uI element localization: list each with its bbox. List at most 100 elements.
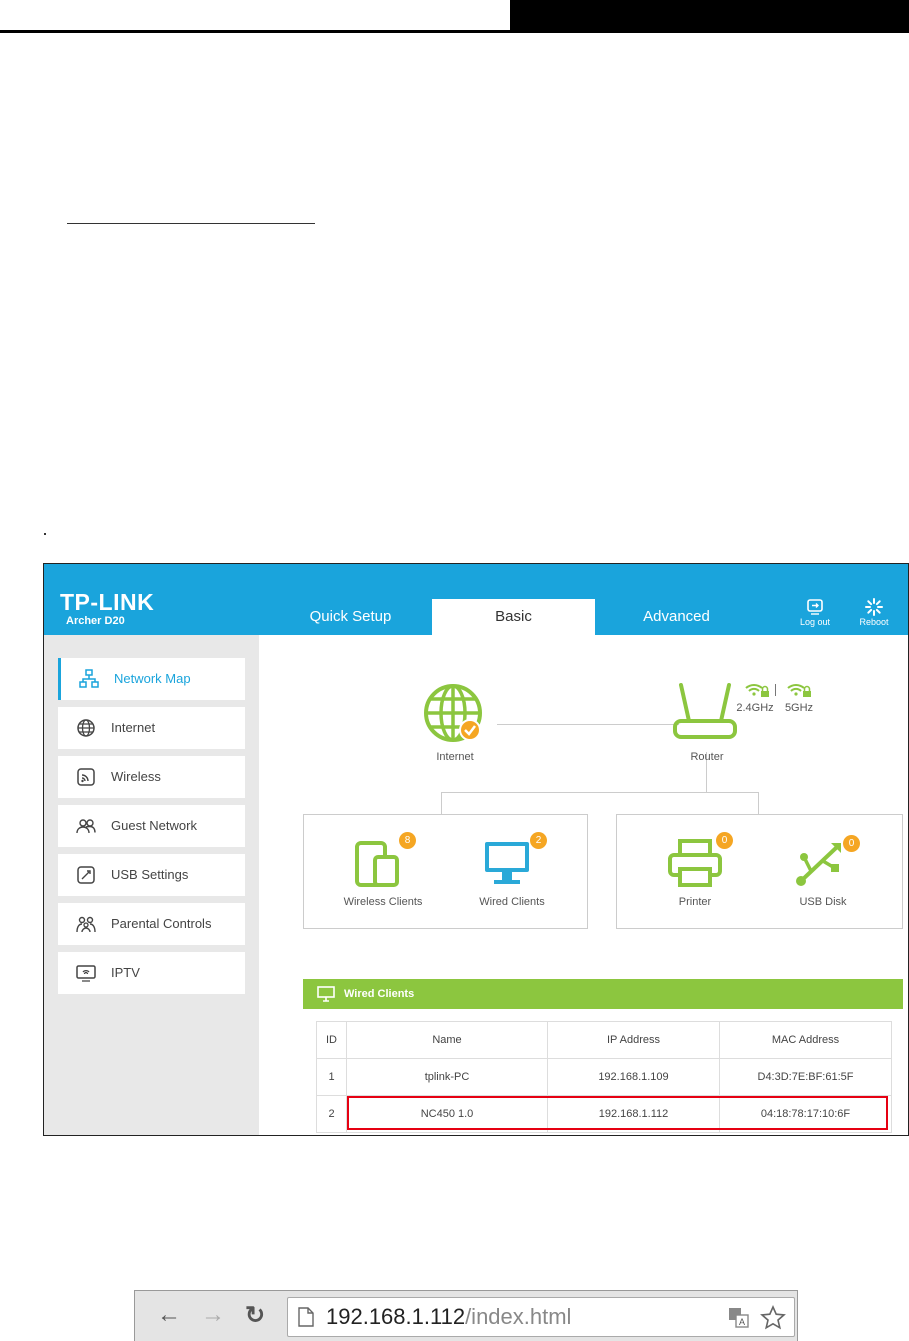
wifi-5ghz-lock-icon <box>787 684 811 697</box>
sidebar-item-label: Network Map <box>114 671 191 686</box>
band-24ghz-label: 2.4GHz <box>736 702 774 714</box>
text-dot <box>44 533 46 535</box>
cell-name: tplink-PC <box>346 1058 548 1096</box>
connector-line <box>758 792 759 814</box>
brand-logo: TP-LINK <box>60 589 155 615</box>
usb-disk-node[interactable] <box>795 839 845 887</box>
printer-count-badge: 0 <box>716 832 733 849</box>
wired-clients-panel-title: Wired Clients <box>344 988 415 1000</box>
band-divider <box>775 684 776 696</box>
browser-toolbar: ← → ↻ 192.168.1.112/index.html A <box>134 1290 798 1341</box>
svg-text:A: A <box>739 1317 745 1327</box>
highlight-box <box>347 1096 888 1130</box>
column-header-ip: IP Address <box>547 1021 720 1059</box>
wired-clients-label: Wired Clients <box>479 896 545 908</box>
sidebar-item-wireless[interactable]: Wireless <box>58 756 245 798</box>
wired-clients-node[interactable] <box>484 841 530 887</box>
sidebar-item-internet[interactable]: Internet <box>58 707 245 749</box>
sidebar: Network Map Internet Wireless Guest Netw… <box>44 635 259 1135</box>
usb-devices-box <box>616 814 903 929</box>
internet-globe-icon <box>424 684 482 742</box>
sidebar-item-network-map[interactable]: Network Map <box>58 658 245 700</box>
wired-clients-panel-header: Wired Clients <box>303 979 903 1009</box>
logout-button[interactable]: Log out <box>793 597 837 627</box>
underline-link <box>67 223 315 224</box>
sidebar-item-label: IPTV <box>111 965 140 980</box>
router-node[interactable] <box>669 683 741 743</box>
router-label: Router <box>690 751 724 763</box>
usb-disk-label: USB Disk <box>799 896 847 908</box>
network-map-panel: Internet Router 2.4GHz 5GHz 8 Wireless C… <box>259 635 908 1135</box>
url-text: 192.168.1.112/index.html <box>326 1304 571 1330</box>
logout-label: Log out <box>799 617 831 627</box>
connector-line <box>497 724 679 725</box>
globe-icon <box>76 718 96 738</box>
url-path: /index.html <box>465 1304 572 1329</box>
internet-label: Internet <box>436 751 474 763</box>
sidebar-item-label: Wireless <box>111 769 161 784</box>
printer-node[interactable] <box>668 839 722 887</box>
url-host: 192.168.1.112 <box>326 1304 466 1329</box>
logout-icon <box>793 597 837 617</box>
page-header-rule <box>0 30 909 33</box>
wireless-clients-label: Wireless Clients <box>343 896 423 908</box>
cell-mac: D4:3D:7E:BF:61:5F <box>719 1058 892 1096</box>
page-header-black-bar <box>510 0 909 33</box>
router-header: TP-LINK Archer D20 Quick Setup Basic Adv… <box>44 564 908 635</box>
wireless-clients-count-badge: 8 <box>399 832 416 849</box>
reboot-label: Reboot <box>859 617 889 627</box>
tab-advanced[interactable]: Advanced <box>595 599 758 635</box>
address-bar[interactable]: 192.168.1.112/index.html A <box>287 1297 795 1337</box>
sidebar-item-parental-controls[interactable]: Parental Controls <box>58 903 245 945</box>
router-web-ui-screenshot: TP-LINK Archer D20 Quick Setup Basic Adv… <box>43 563 909 1136</box>
guest-network-icon <box>76 816 96 836</box>
wireless-icon <box>76 767 96 787</box>
connector-line <box>441 792 758 793</box>
tab-basic[interactable]: Basic <box>432 599 595 635</box>
wireless-clients-icon <box>355 841 399 887</box>
reboot-button[interactable]: Reboot <box>852 597 896 627</box>
sidebar-item-label: USB Settings <box>111 867 189 882</box>
printer-label: Printer <box>678 896 712 908</box>
wired-clients-count-badge: 2 <box>530 832 547 849</box>
sidebar-item-usb-settings[interactable]: USB Settings <box>58 854 245 896</box>
tab-quick-setup[interactable]: Quick Setup <box>269 599 432 635</box>
reload-icon[interactable]: ↻ <box>245 1301 265 1330</box>
table-row: 1 tplink-PC 192.168.1.109 D4:3D:7E:BF:61… <box>316 1058 892 1096</box>
cell-ip: 192.168.1.109 <box>547 1058 720 1096</box>
sidebar-item-guest-network[interactable]: Guest Network <box>58 805 245 847</box>
sidebar-item-label: Internet <box>111 720 156 735</box>
column-header-name: Name <box>346 1021 548 1059</box>
usb-icon <box>796 843 841 886</box>
wifi-24ghz-lock-icon <box>745 684 769 697</box>
band-5ghz-label: 5GHz <box>784 702 814 714</box>
printer-icon <box>668 839 722 887</box>
iptv-icon <box>76 963 96 983</box>
sidebar-item-label: Parental Controls <box>111 916 212 931</box>
cell-id: 2 <box>316 1095 347 1133</box>
cell-id: 1 <box>316 1058 347 1096</box>
table-header-row: ID Name IP Address MAC Address <box>316 1021 892 1059</box>
translate-icon[interactable]: A <box>728 1307 750 1329</box>
usb-settings-icon <box>76 865 96 885</box>
model-name: Archer D20 <box>66 615 125 627</box>
clients-box <box>303 814 588 929</box>
reboot-icon <box>852 597 896 617</box>
connector-line <box>441 792 442 814</box>
monitor-icon <box>317 986 335 1002</box>
usb-disk-count-badge: 0 <box>843 835 860 852</box>
sidebar-item-iptv[interactable]: IPTV <box>58 952 245 994</box>
forward-arrow-icon[interactable]: → <box>201 1301 225 1329</box>
page-icon <box>298 1307 314 1327</box>
sidebar-item-label: Guest Network <box>111 818 197 833</box>
monitor-icon <box>485 842 529 884</box>
column-header-mac: MAC Address <box>719 1021 892 1059</box>
column-header-id: ID <box>316 1021 347 1059</box>
bookmark-star-icon[interactable] <box>760 1305 786 1331</box>
back-arrow-icon[interactable]: ← <box>157 1301 181 1329</box>
router-icon <box>673 683 737 739</box>
network-map-icon <box>79 669 99 689</box>
wireless-clients-node[interactable] <box>355 841 405 889</box>
internet-node[interactable] <box>423 683 487 747</box>
parental-controls-icon <box>76 914 96 934</box>
